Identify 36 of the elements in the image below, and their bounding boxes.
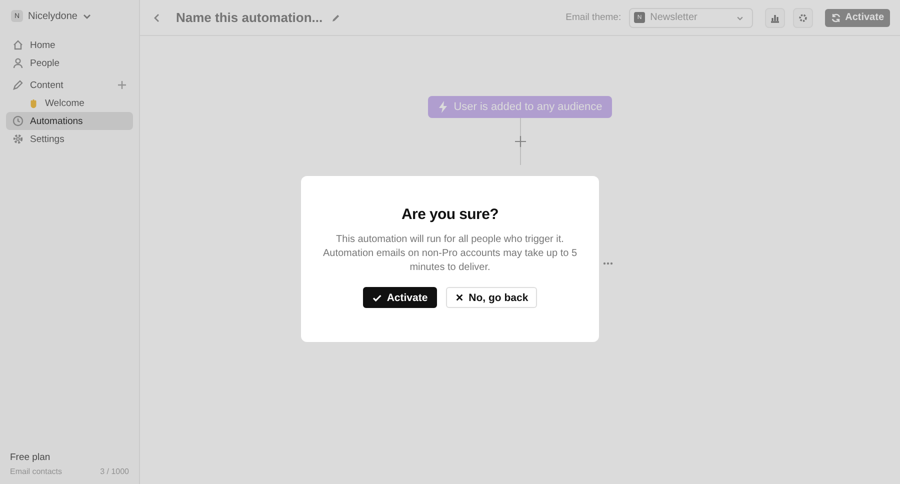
dialog-message: This automation will run for all people who trigger it. Automation emails on non-Pro accounts may take up to 5 minutes to deliver. xyxy=(322,233,578,275)
checkmark-icon xyxy=(372,292,382,302)
sidebar-item[interactable]: Automations xyxy=(6,112,133,130)
pencil-icon xyxy=(12,79,24,91)
add-icon[interactable] xyxy=(117,80,127,90)
plan-name: Free plan xyxy=(10,452,52,463)
sidebar-item[interactable]: People xyxy=(6,54,133,72)
gear-icon xyxy=(12,133,24,145)
gear-icon xyxy=(798,12,808,22)
contacts-label: Email contacts xyxy=(10,467,62,476)
sidebar-item[interactable]: Content xyxy=(6,76,133,94)
sidebar-item[interactable]: Home xyxy=(6,36,133,54)
bar-chart-icon xyxy=(770,12,780,22)
automation-name[interactable]: Name this automation... xyxy=(176,10,323,25)
refresh-icon xyxy=(831,12,842,22)
dialog-title: Are you sure? xyxy=(402,206,498,223)
sidebar-item[interactable]: Welcome xyxy=(6,94,133,112)
pencil-icon[interactable] xyxy=(330,12,341,22)
go-back-button[interactable]: No, go back xyxy=(446,287,538,308)
theme-label: Email theme: xyxy=(566,12,622,23)
home-icon xyxy=(12,39,24,51)
stats-button[interactable] xyxy=(765,8,786,28)
sidebar-item[interactable]: Settings xyxy=(6,130,133,148)
close-icon xyxy=(454,293,464,302)
lightning-icon xyxy=(438,101,448,113)
activate-button[interactable]: Activate xyxy=(825,8,890,26)
settings-button[interactable] xyxy=(793,8,814,28)
person-icon xyxy=(12,57,24,69)
activate-confirm-button[interactable]: Activate xyxy=(362,287,437,308)
clock-icon xyxy=(12,115,24,127)
contacts-count: 3 / 1000 xyxy=(100,467,129,476)
workspace-name[interactable]: Nicelydone xyxy=(28,10,78,22)
more-icon[interactable] xyxy=(603,262,613,265)
back-icon[interactable] xyxy=(152,12,162,22)
hand-icon xyxy=(28,98,39,108)
add-step-icon[interactable] xyxy=(514,136,526,147)
